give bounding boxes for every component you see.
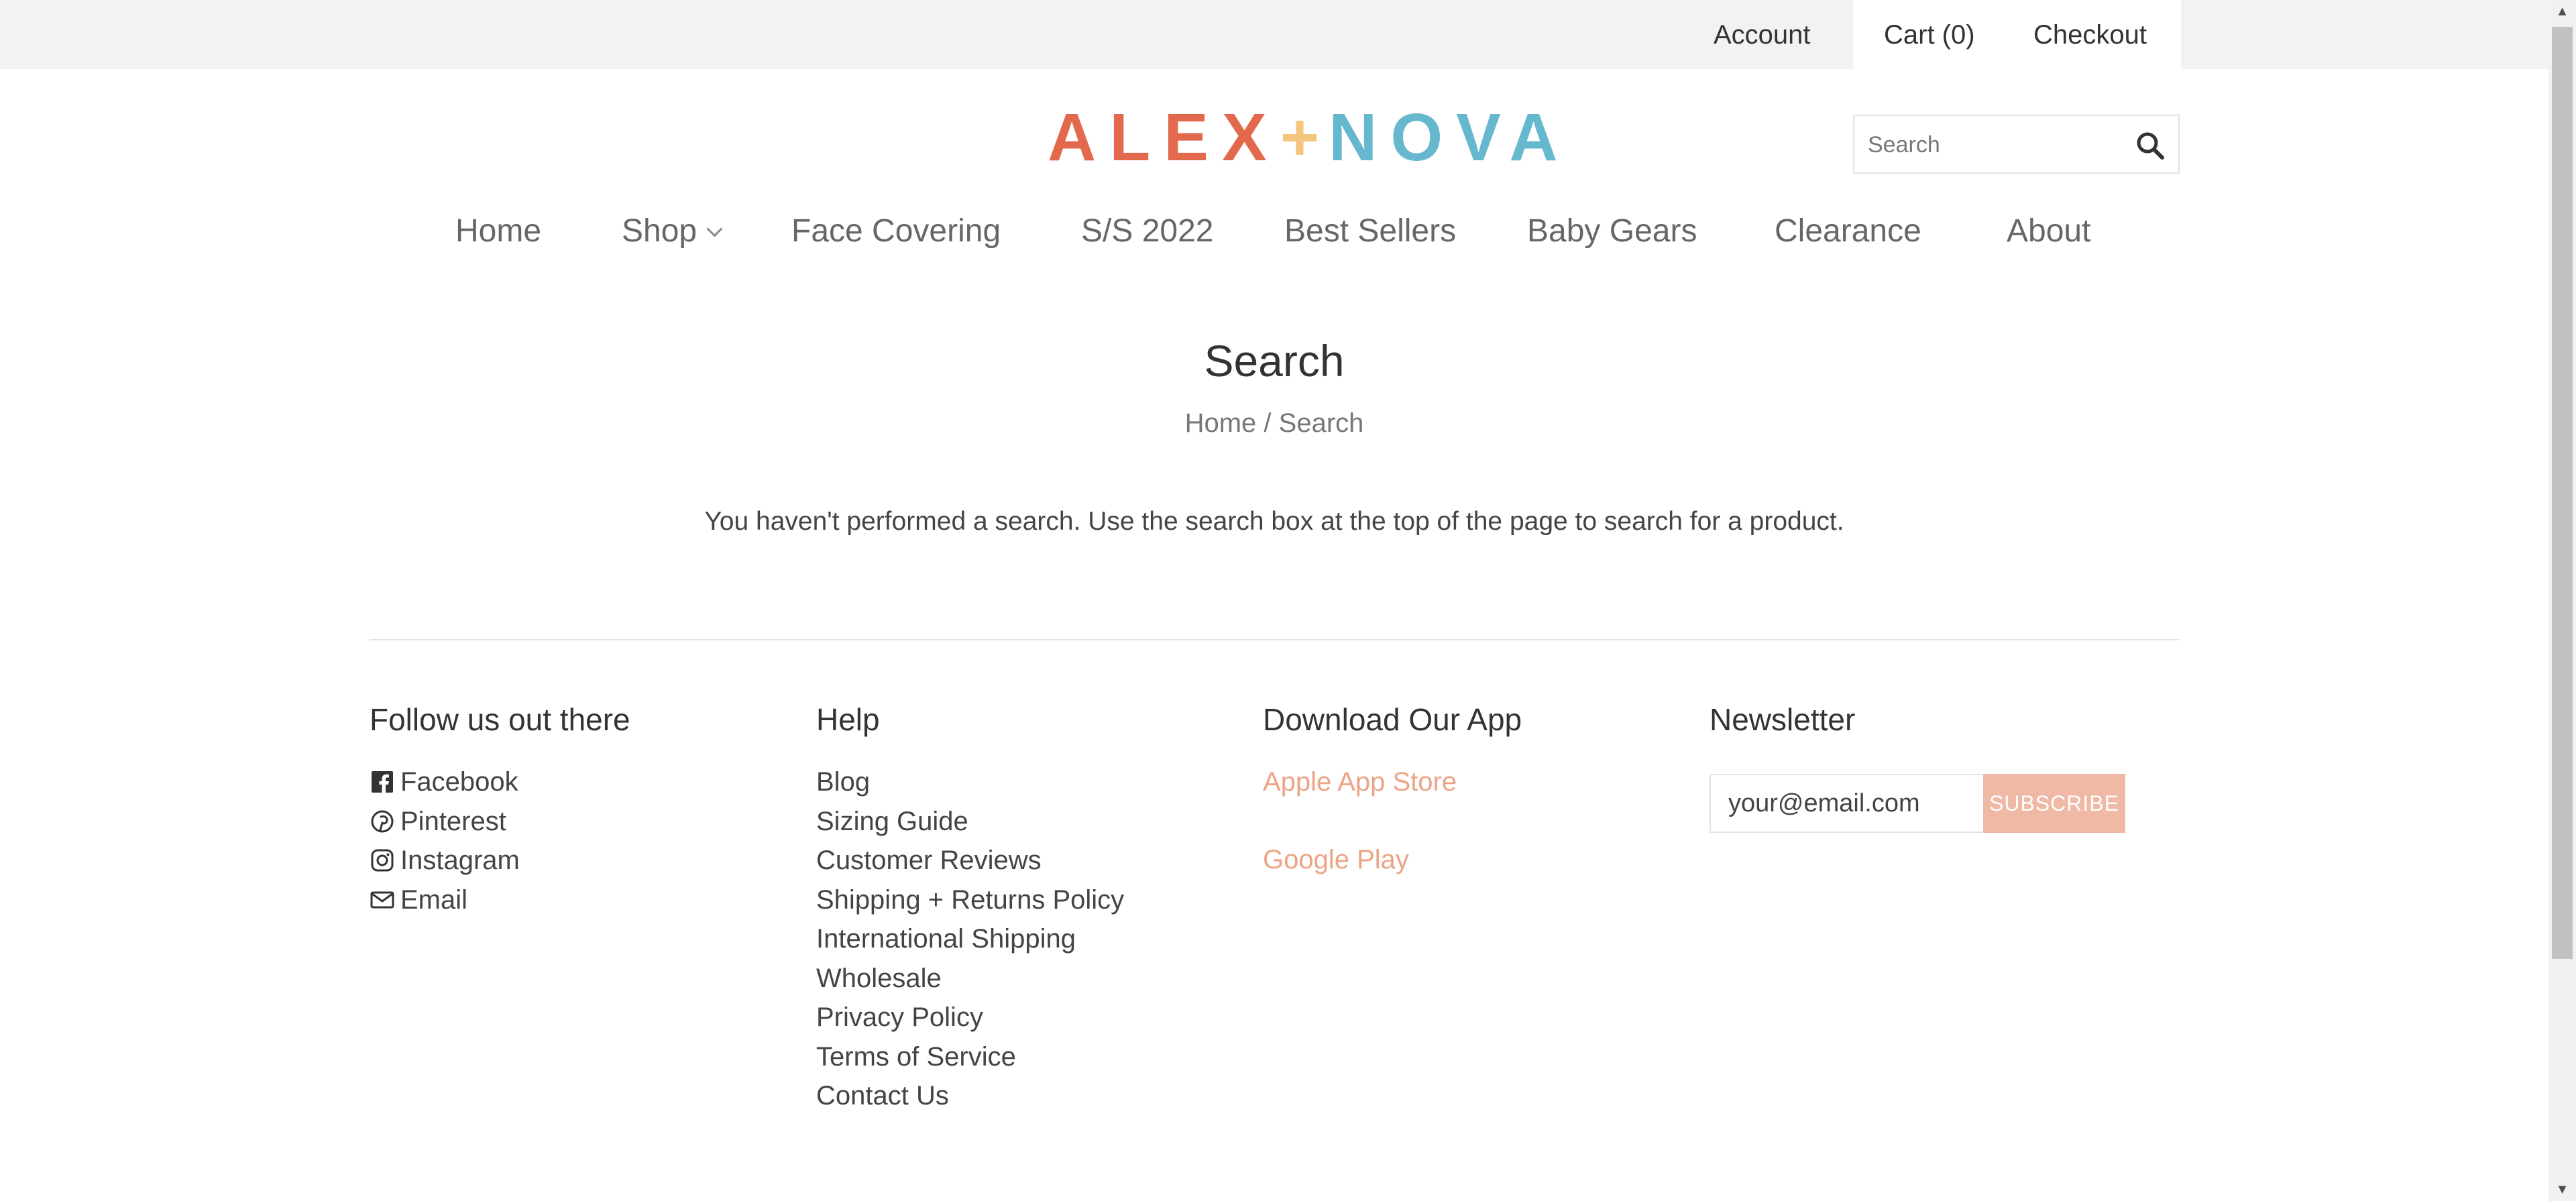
instagram-link[interactable]: Instagram: [370, 841, 630, 880]
nav-home[interactable]: Home: [455, 212, 541, 251]
footer-help-column: Help Blog Sizing Guide Customer Reviews …: [816, 701, 1124, 1116]
scroll-up-arrow-icon[interactable]: ▲: [2552, 1, 2573, 21]
search-button[interactable]: [2134, 129, 2166, 162]
top-utility-bar: [0, 0, 2549, 69]
help-link-sizing-guide[interactable]: Sizing Guide: [816, 802, 1124, 842]
pinterest-label: Pinterest: [400, 806, 506, 836]
breadcrumb-separator: /: [1264, 408, 1272, 438]
facebook-label: Facebook: [400, 767, 518, 797]
footer-newsletter-column: Newsletter: [1710, 701, 1855, 762]
nav-ss-2022[interactable]: S/S 2022: [1081, 212, 1213, 251]
apple-app-store-link[interactable]: Apple App Store: [1263, 762, 1522, 801]
google-play-link[interactable]: Google Play: [1263, 840, 1522, 879]
email-label: Email: [400, 884, 468, 915]
footer-newsletter-heading: Newsletter: [1710, 702, 1856, 737]
newsletter-email-input[interactable]: [1710, 774, 1983, 833]
help-link-blog[interactable]: Blog: [816, 762, 1124, 802]
footer-divider: [370, 639, 2180, 640]
help-link-terms-of-service[interactable]: Terms of Service: [816, 1037, 1124, 1077]
breadcrumb-current: Search: [1278, 408, 1364, 438]
breadcrumb: Home / Search: [0, 407, 2549, 439]
store-logo[interactable]: ALEX+NOVA: [1048, 101, 1571, 174]
facebook-link[interactable]: Facebook: [370, 762, 630, 802]
footer-app-column: Download Our App Apple App Store Google …: [1263, 701, 1522, 879]
search-icon: [2137, 132, 2164, 160]
help-link-international-shipping[interactable]: International Shipping: [816, 919, 1124, 959]
instagram-label: Instagram: [400, 846, 520, 875]
nav-face-covering[interactable]: Face Covering: [791, 212, 1001, 251]
account-link[interactable]: Account: [1714, 19, 1811, 51]
footer-social-column: Follow us out there Facebook Pinterest I…: [370, 701, 630, 919]
scroll-down-arrow-icon[interactable]: ▼: [2552, 1180, 2573, 1200]
pinterest-icon: [371, 810, 394, 833]
nav-shop[interactable]: Shop: [622, 212, 723, 251]
help-link-privacy-policy[interactable]: Privacy Policy: [816, 998, 1124, 1037]
help-link-shipping-returns[interactable]: Shipping + Returns Policy: [816, 880, 1124, 920]
footer-app-heading: Download Our App: [1263, 702, 1522, 737]
breadcrumb-home[interactable]: Home: [1185, 408, 1257, 438]
nav-shop-label: Shop: [622, 213, 697, 249]
help-link-wholesale[interactable]: Wholesale: [816, 959, 1124, 998]
chevron-down-icon: [706, 221, 723, 237]
nav-baby-gears[interactable]: Baby Gears: [1527, 212, 1697, 251]
logo-nova: NOVA: [1329, 100, 1571, 175]
email-icon: [370, 891, 394, 909]
help-link-contact-us[interactable]: Contact Us: [816, 1076, 1124, 1116]
pinterest-link[interactable]: Pinterest: [370, 802, 630, 842]
email-link[interactable]: Email: [370, 880, 630, 920]
help-link-customer-reviews[interactable]: Customer Reviews: [816, 841, 1124, 880]
header-search: [1853, 115, 2180, 174]
no-search-message: You haven't performed a search. Use the …: [704, 507, 1844, 536]
checkout-link[interactable]: Checkout: [2033, 19, 2147, 51]
footer-social-heading: Follow us out there: [370, 702, 630, 737]
page-title: Search: [1204, 336, 1345, 386]
main-nav: Home Shop Face Covering S/S 2022 Best Se…: [0, 212, 2549, 252]
nav-clearance[interactable]: Clearance: [1775, 212, 1921, 251]
logo-alex: ALEX: [1048, 100, 1280, 175]
subscribe-button[interactable]: SUBSCRIBE: [1983, 774, 2125, 833]
nav-about[interactable]: About: [2007, 212, 2090, 251]
newsletter-form: SUBSCRIBE: [1710, 774, 2125, 833]
search-input[interactable]: [1868, 129, 2123, 160]
facebook-icon: [372, 771, 393, 793]
nav-best-sellers[interactable]: Best Sellers: [1284, 212, 1456, 251]
footer-help-heading: Help: [816, 702, 880, 737]
cart-link[interactable]: Cart (0): [1884, 19, 1975, 51]
scrollbar-thumb[interactable]: [2552, 27, 2573, 959]
logo-plus: +: [1280, 100, 1329, 175]
instagram-icon: [371, 849, 394, 872]
